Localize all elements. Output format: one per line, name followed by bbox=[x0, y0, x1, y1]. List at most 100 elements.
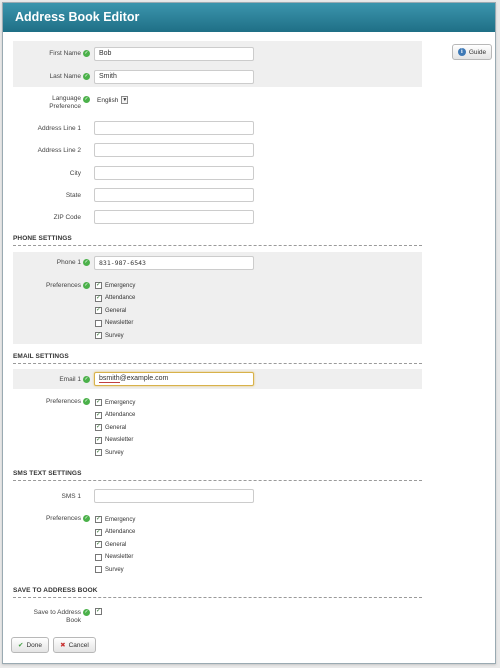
checkmark-icon: ✓ bbox=[83, 50, 90, 57]
language-label: Language Preference bbox=[49, 95, 81, 110]
checkmark-icon: ✓ bbox=[83, 398, 90, 405]
preference-label: Attendance bbox=[105, 295, 136, 301]
preference-checkbox-attendance[interactable]: ✓ Attendance bbox=[95, 411, 135, 420]
checkbox[interactable]: ✓ bbox=[95, 411, 102, 419]
cancel-button[interactable]: ✖ Cancel bbox=[53, 637, 96, 653]
cancel-button-label: Cancel bbox=[68, 641, 89, 649]
preference-label: Attendance bbox=[105, 412, 136, 418]
save-section-title: SAVE TO ADDRESS BOOK bbox=[13, 587, 422, 598]
checkbox[interactable]: ✓ bbox=[95, 528, 102, 536]
checkbox[interactable]: ✓ bbox=[95, 436, 102, 444]
checkmark-icon: ✓ bbox=[83, 609, 90, 616]
window-title: Address Book Editor bbox=[3, 3, 495, 32]
zip-field[interactable] bbox=[94, 210, 254, 224]
checkbox[interactable]: ✓ bbox=[95, 399, 102, 406]
preference-checkbox-survey[interactable]: ✓ Survey bbox=[95, 448, 124, 457]
sms-section-title: SMS TEXT SETTINGS bbox=[13, 470, 422, 481]
email1-user: bsmith bbox=[99, 375, 120, 383]
checkmark-icon: ✓ bbox=[83, 73, 90, 80]
address2-field[interactable] bbox=[94, 143, 254, 157]
preference-checkbox-survey[interactable]: Survey bbox=[95, 565, 124, 574]
save-to-address-book-label: Save to Address Book bbox=[33, 609, 81, 624]
city-label: City bbox=[69, 170, 81, 177]
checkbox[interactable]: ✓ bbox=[95, 424, 102, 431]
address1-label: Address Line 1 bbox=[37, 125, 81, 132]
preference-label: General bbox=[105, 307, 127, 314]
info-icon: i bbox=[457, 48, 466, 56]
email-preferences-label: Preferences bbox=[45, 398, 81, 405]
x-icon: ✖ bbox=[60, 642, 66, 649]
city-field[interactable] bbox=[94, 166, 254, 180]
preference-label: Emergency bbox=[105, 399, 136, 406]
phone1-label: Phone 1 bbox=[56, 259, 81, 266]
done-button-label: Done bbox=[26, 641, 42, 649]
state-label: State bbox=[65, 192, 81, 199]
last-name-field[interactable]: Smith bbox=[94, 70, 254, 84]
address1-field[interactable] bbox=[94, 121, 254, 135]
preference-label: Survey bbox=[105, 566, 124, 573]
preference-checkbox-emergency[interactable]: ✓ Emergency bbox=[95, 281, 135, 290]
phone-preferences-label: Preferences bbox=[45, 282, 81, 289]
zip-label: ZIP Code bbox=[53, 214, 81, 221]
language-select[interactable]: English ▼ bbox=[97, 95, 129, 105]
preference-checkbox-survey[interactable]: ✓ Survey bbox=[95, 331, 124, 340]
preference-checkbox-newsletter[interactable]: Newsletter bbox=[95, 319, 133, 328]
preference-label: Emergency bbox=[105, 516, 136, 523]
checkbox[interactable]: ✓ bbox=[95, 516, 102, 523]
preference-checkbox-newsletter[interactable]: Newsletter bbox=[95, 553, 133, 562]
chevron-down-icon[interactable]: ▼ bbox=[121, 96, 129, 104]
last-name-label: Last Name bbox=[49, 73, 81, 80]
done-button[interactable]: ✔ Done bbox=[11, 637, 49, 653]
sms1-field[interactable] bbox=[94, 489, 254, 503]
checkmark-icon: ✓ bbox=[83, 376, 90, 383]
email1-field[interactable]: bsmith@example.com bbox=[94, 372, 254, 386]
preference-label: General bbox=[105, 424, 127, 431]
address-book-window: Address Book Editor i Guide First Name ✓… bbox=[2, 2, 496, 664]
preference-label: Survey bbox=[105, 332, 124, 339]
preference-label: Newsletter bbox=[105, 320, 134, 326]
preference-checkbox-attendance[interactable]: ✓ Attendance bbox=[95, 528, 135, 537]
checkbox[interactable] bbox=[95, 553, 102, 561]
first-name-field[interactable]: Bob bbox=[94, 47, 254, 61]
preference-checkbox-general[interactable]: ✓ General bbox=[95, 423, 126, 432]
preference-label: Emergency bbox=[105, 282, 136, 289]
checkbox[interactable]: ✓ bbox=[95, 541, 102, 548]
email1-label: Email 1 bbox=[59, 376, 81, 383]
first-name-label: First Name bbox=[49, 50, 81, 57]
checkbox[interactable]: ✓ bbox=[95, 282, 102, 289]
language-value: English bbox=[97, 96, 119, 104]
guide-button[interactable]: i Guide bbox=[452, 44, 492, 60]
checkbox[interactable]: ✓ bbox=[95, 332, 102, 339]
preference-checkbox-general[interactable]: ✓ General bbox=[95, 306, 126, 315]
preference-checkbox-general[interactable]: ✓ General bbox=[95, 540, 126, 549]
checkbox[interactable]: ✓ bbox=[95, 449, 102, 456]
preference-label: Newsletter bbox=[105, 437, 134, 443]
email1-domain: @example.com bbox=[119, 375, 169, 382]
checkmark-icon: ✓ bbox=[83, 96, 90, 103]
checkbox[interactable]: ✓ bbox=[95, 608, 102, 615]
checkbox[interactable]: ✓ bbox=[95, 294, 102, 302]
checkbox[interactable] bbox=[95, 566, 102, 573]
preference-checkbox-attendance[interactable]: ✓ Attendance bbox=[95, 294, 135, 303]
checkmark-icon: ✓ bbox=[83, 259, 90, 266]
checkmark-icon: ✓ bbox=[83, 282, 90, 289]
checkbox[interactable]: ✓ bbox=[95, 307, 102, 314]
preference-label: Attendance bbox=[105, 529, 136, 535]
state-field[interactable] bbox=[94, 188, 254, 202]
preference-checkbox-emergency[interactable]: ✓ Emergency bbox=[95, 398, 135, 407]
checkmark-icon: ✓ bbox=[83, 515, 90, 522]
preference-label: General bbox=[105, 541, 127, 548]
preference-label: Newsletter bbox=[105, 554, 134, 560]
preference-checkbox-newsletter[interactable]: ✓ Newsletter bbox=[95, 436, 133, 445]
sms1-label: SMS 1 bbox=[61, 493, 81, 500]
checkmark-icon: ✔ bbox=[18, 642, 24, 649]
preference-checkbox-emergency[interactable]: ✓ Emergency bbox=[95, 515, 135, 524]
checkbox[interactable] bbox=[95, 319, 102, 327]
sms-preferences-label: Preferences bbox=[45, 515, 81, 522]
email-section-title: EMAIL SETTINGS bbox=[13, 353, 422, 364]
save-to-address-book-checkbox[interactable]: ✓ bbox=[95, 607, 102, 616]
address2-label: Address Line 2 bbox=[37, 147, 81, 154]
phone-section-title: PHONE SETTINGS bbox=[13, 235, 422, 246]
phone1-field[interactable]: 831-987-6543 bbox=[94, 256, 254, 270]
preference-label: Survey bbox=[105, 449, 124, 456]
